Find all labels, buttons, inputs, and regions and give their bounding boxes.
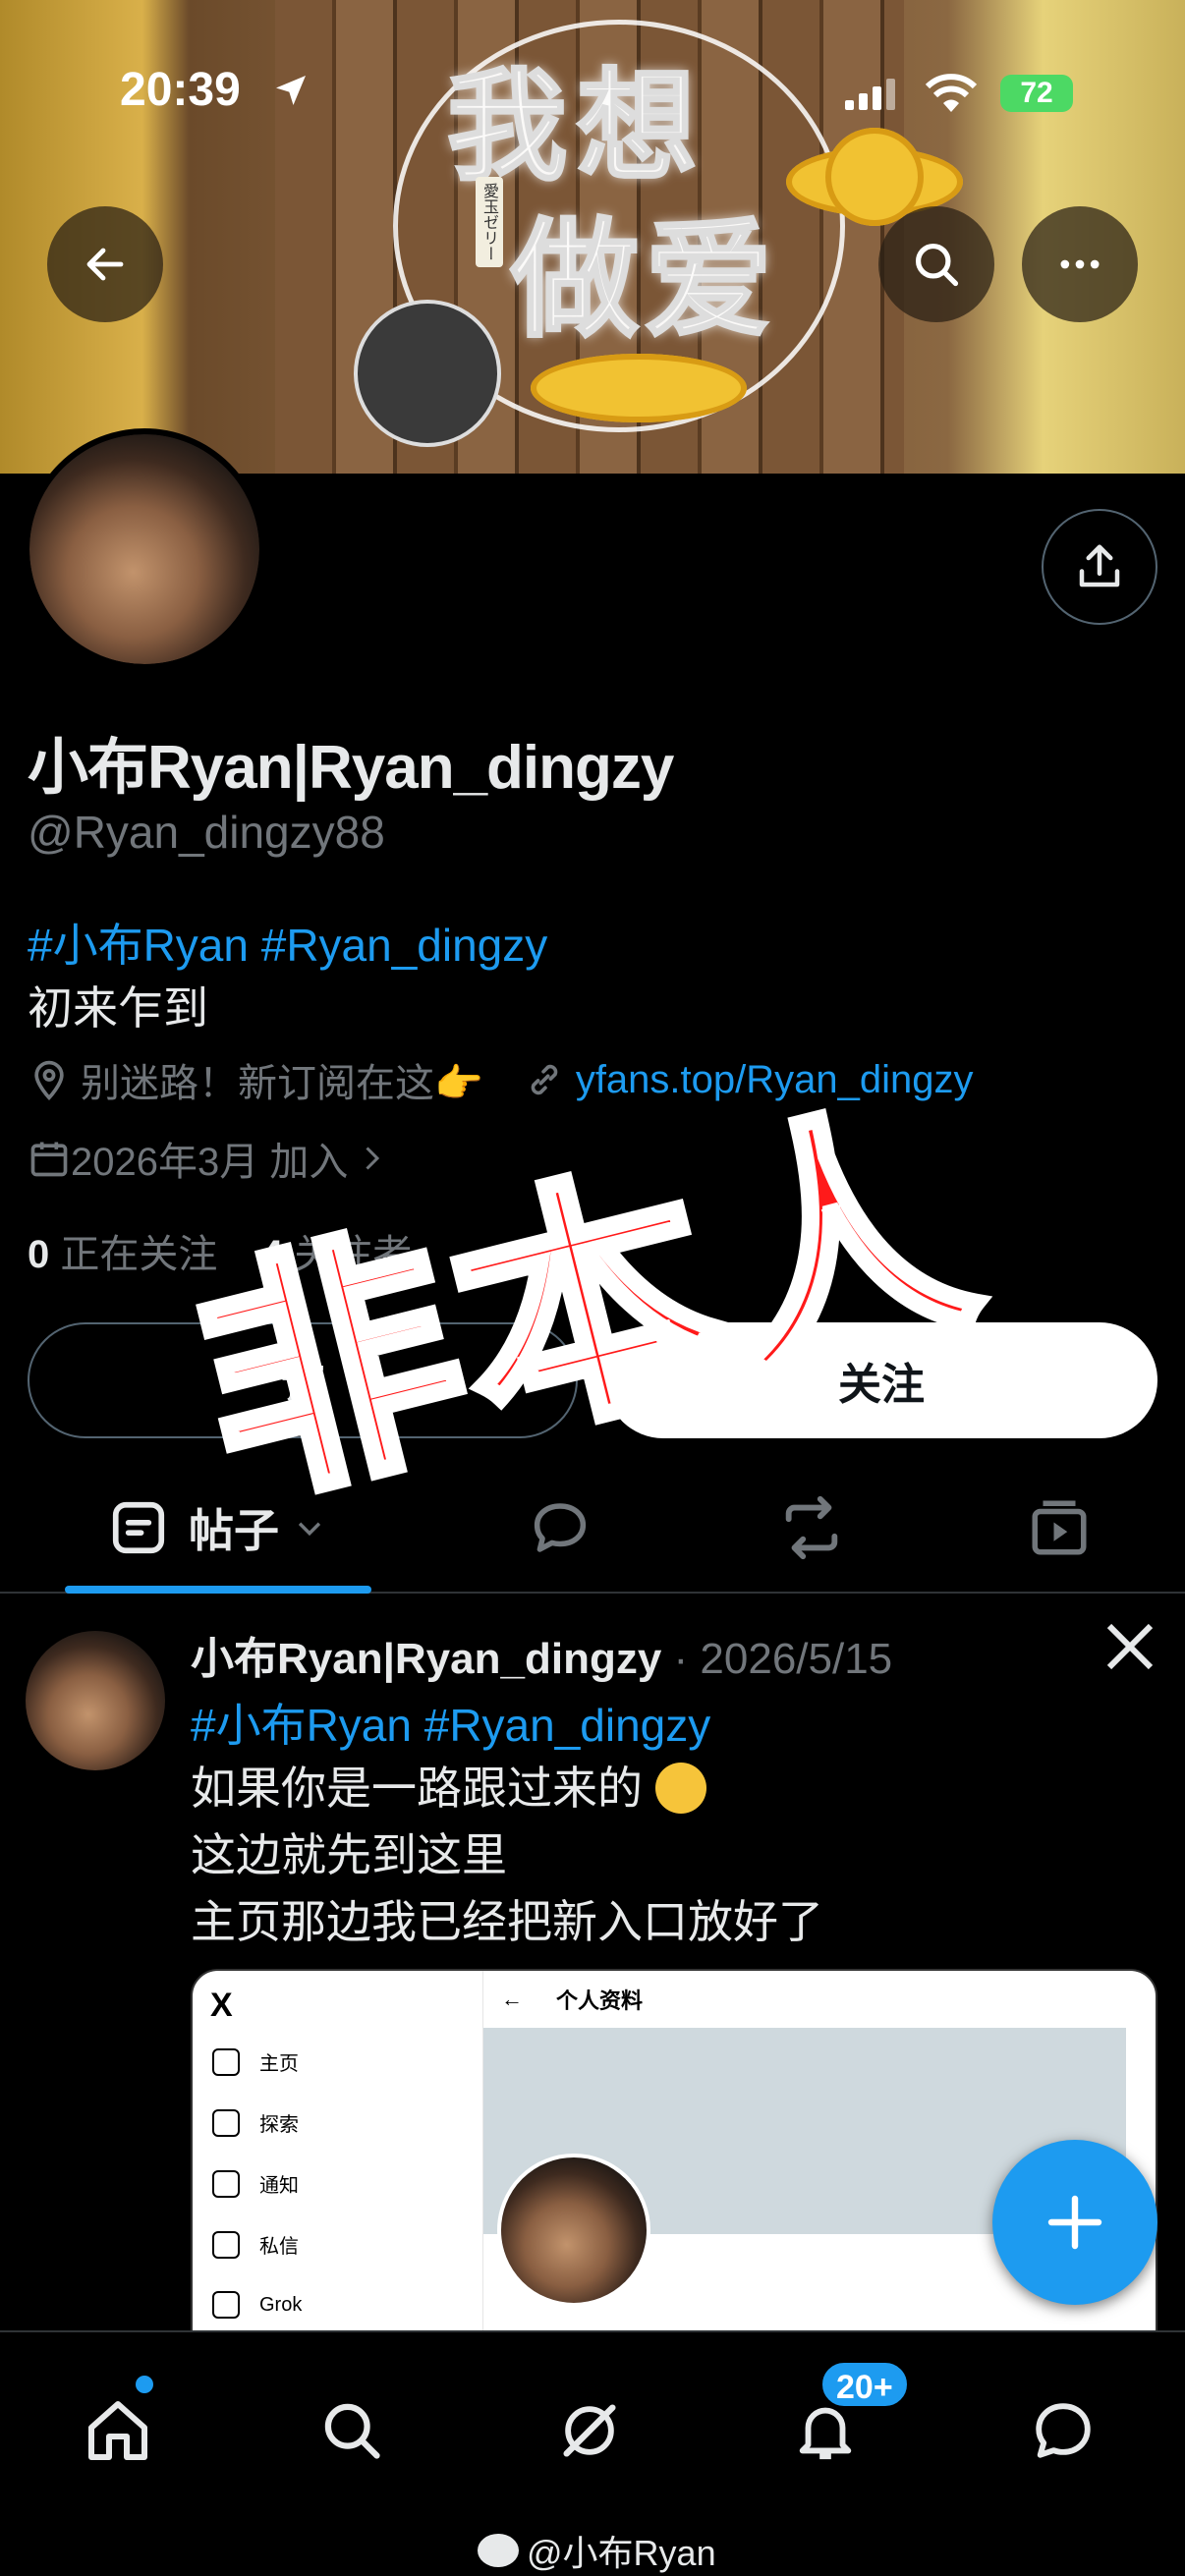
back-arrow-icon (86, 248, 124, 281)
embed-nav-item: Grok (212, 2291, 302, 2319)
post-author-avatar[interactable] (26, 1631, 165, 1770)
embed-sidebar: X 主页 探索 通知 私信 Grok (193, 1971, 483, 2380)
nav-search[interactable] (312, 2391, 391, 2470)
chevron-right-icon (366, 1147, 380, 1170)
more-options-button[interactable] (1022, 206, 1138, 322)
tab-replies[interactable] (511, 1464, 609, 1592)
mail-icon (212, 2230, 240, 2259)
post-hashtags[interactable]: #小布Ryan #Ryan_dingzy (191, 1690, 710, 1755)
embed-nav-item: 通知 (212, 2169, 299, 2198)
share-icon (1079, 544, 1120, 588)
compose-post-button[interactable] (992, 2140, 1157, 2305)
search-icon (915, 243, 959, 287)
embed-avatar (497, 2154, 650, 2307)
back-button[interactable] (47, 206, 163, 322)
nav-home[interactable] (79, 2391, 157, 2470)
banner-mascot (354, 300, 501, 447)
profile-avatar[interactable] (24, 428, 265, 670)
post-author-name[interactable]: 小布Ryan|Ryan_dingzy (191, 1635, 661, 1683)
share-button[interactable] (1042, 509, 1157, 625)
join-date-row[interactable]: 2026年3月 加入 (28, 1130, 389, 1187)
embed-nav-label: 通知 (259, 2175, 299, 2197)
profile-tabs: 帖子 (0, 1464, 1185, 1594)
signal-bars-icon (845, 79, 895, 110)
post-date: · 2026/5/15 (673, 1635, 893, 1683)
embed-nav-item: 主页 (212, 2047, 299, 2076)
embed-top-bar: ← 个人资料 (483, 1971, 1156, 2028)
tired-face-emoji-icon (654, 1763, 706, 1814)
notification-badge: 20+ (819, 2360, 910, 2409)
message-bubble-icon (1036, 2403, 1091, 2458)
reply-bubble-icon (534, 1503, 587, 1552)
weibo-watermark: @小布Ryan (478, 2525, 716, 2576)
tab-reposts[interactable] (762, 1464, 861, 1592)
location-text: 别迷路！新订阅在这👉 (81, 1062, 483, 1105)
active-tab-indicator (65, 1586, 371, 1594)
location-pin-icon (34, 1060, 64, 1101)
banner-small-sign: 愛玉ゼリー (476, 177, 503, 267)
wifi-icon (925, 74, 978, 112)
nav-messages[interactable] (1024, 2391, 1102, 2470)
tab-media[interactable] (1010, 1464, 1108, 1592)
x-logo-icon (1106, 1623, 1154, 1670)
post-text-line-3: 主页那边我已经把新入口放好了 (191, 1896, 823, 1947)
grok-icon (212, 2291, 240, 2319)
post-text-line-1: 如果你是一路跟过来的 (191, 1763, 643, 1814)
avatar-image (29, 434, 259, 664)
embed-x-logo: X (210, 1987, 233, 2024)
post-text-line: 如果你是一路跟过来的 (191, 1753, 706, 1818)
post-header: 小布Ryan|Ryan_dingzy · 2026/5/15 (191, 1623, 892, 1686)
embed-nav-label: 私信 (259, 2236, 299, 2258)
display-name: 小布Ryan|Ryan_dingzy (28, 734, 674, 802)
search-icon (324, 2403, 380, 2459)
media-icon (1032, 1500, 1087, 1555)
status-time: 20:39 (120, 64, 241, 116)
home-icon (212, 2047, 240, 2076)
nav-grok[interactable] (550, 2391, 629, 2470)
bio-hashtags[interactable]: #小布Ryan #Ryan_dingzy (28, 910, 547, 975)
embed-nav-label: Grok (259, 2293, 303, 2316)
home-unread-dot (136, 2376, 153, 2393)
bell-icon (212, 2169, 240, 2198)
embed-nav-label: 主页 (259, 2053, 299, 2075)
more-dots-icon (1060, 259, 1100, 269)
location-arrow-icon (276, 76, 306, 105)
embed-nav-item: 探索 (212, 2108, 299, 2137)
search-icon (212, 2108, 240, 2137)
embed-nav-item: 私信 (212, 2230, 299, 2259)
weibo-logo-icon (478, 2534, 519, 2567)
embed-back-arrow-icon: ← (501, 1987, 523, 2011)
posts-icon (112, 1501, 165, 1554)
user-handle: @Ryan_dingzy88 (28, 807, 385, 858)
join-date-text: 2026年3月 加入 (71, 1141, 349, 1184)
embed-nav-label: 探索 (259, 2114, 299, 2136)
calendar-icon (30, 1142, 68, 1177)
search-button[interactable] (878, 206, 994, 322)
embed-title: 个人资料 (556, 1988, 644, 2013)
plus-icon (1047, 2195, 1102, 2250)
watermark-text: @小布Ryan (527, 2533, 716, 2573)
repost-icon (785, 1495, 838, 1560)
banner-cloud-decoration (531, 354, 747, 422)
status-bar: 20:39 72 (0, 0, 1185, 128)
grok-icon (563, 2404, 616, 2457)
banner-neon-text-line2: 做爱 (509, 204, 779, 357)
home-icon (88, 2401, 147, 2460)
banner-cloud-decoration (825, 128, 924, 226)
post-text-line-2: 这边就先到这里 (191, 1829, 507, 1880)
following-count: 0 (28, 1233, 50, 1276)
battery-indicator: 72 (1000, 75, 1073, 112)
bio-text: 初来乍到 (28, 982, 208, 1034)
link-icon (531, 1064, 558, 1095)
